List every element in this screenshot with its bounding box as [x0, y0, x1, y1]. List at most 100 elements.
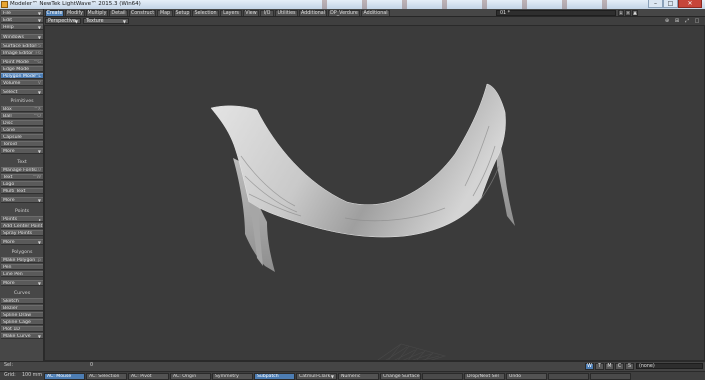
edge-mode-button[interactable]: Edge Mode	[1, 66, 43, 72]
point-mode-button[interactable]: Point Mode ^G	[1, 59, 43, 65]
perspective-viewport[interactable]	[44, 25, 705, 361]
move-view-icon[interactable]: ⊕	[663, 18, 671, 24]
primitives-more-menu[interactable]: More ▼	[1, 148, 43, 154]
tab-dp-verdure[interactable]: DP_Verdure	[328, 10, 360, 16]
status-bar: Grid: 100 mm AC: Mouse AC: Selection AC:…	[0, 371, 705, 380]
image-editor-button[interactable]: Image Editor F6	[1, 50, 43, 56]
tab-additional-2[interactable]: Additional	[361, 10, 390, 16]
ball-button[interactable]: Ball ^O	[1, 113, 43, 119]
polygons-header: Polygons	[11, 250, 33, 255]
maximize-view-icon[interactable]: □	[693, 18, 701, 24]
grid-value: 100 mm	[22, 373, 43, 378]
render-mode-dropdown[interactable]: Texture ▼	[83, 18, 129, 24]
disc-button[interactable]: Disc	[1, 120, 43, 126]
status-button-blank-3[interactable]	[590, 373, 631, 380]
file-menu[interactable]: File ▼	[1, 10, 43, 16]
polygon-mode-button[interactable]: Polygon Mode ^L	[1, 73, 43, 79]
texture-mode-button[interactable]: T	[595, 363, 604, 370]
capsule-button[interactable]: Capsule	[1, 134, 43, 140]
make-polygon-button[interactable]: Make Polygon p	[1, 257, 43, 263]
line-pen-button[interactable]: Line Pen	[1, 271, 43, 277]
tab-map[interactable]: Map	[157, 10, 173, 16]
points-more-menu[interactable]: More ▼	[1, 239, 43, 245]
view-type-dropdown[interactable]: Perspective ▼	[45, 18, 81, 24]
surface-mode-button[interactable]: S	[625, 363, 634, 370]
spray-points-button[interactable]: Spray Points	[1, 230, 43, 236]
pen-button[interactable]: Pen	[1, 264, 43, 270]
subpatch-button[interactable]: Subpatch	[254, 373, 295, 380]
title-bar: Modeler™ NewTek LightWave™ 2015.3 (Win64…	[0, 0, 705, 9]
text-button[interactable]: Text ^W	[1, 174, 43, 180]
text-more-menu[interactable]: More ▼	[1, 197, 43, 203]
ac-pivot-button[interactable]: AC: Pivot	[128, 373, 169, 380]
window-title: Modeler™ NewTek LightWave™ 2015.3 (Win64…	[10, 1, 141, 7]
morph-mode-button[interactable]: M	[605, 363, 614, 370]
tab-additional[interactable]: Additional	[299, 10, 327, 16]
color-mode-button[interactable]: C	[615, 363, 624, 370]
tab-selection[interactable]: Selection	[192, 10, 219, 16]
drop-next-sel-button[interactable]: Drop/Next Sel	[464, 373, 505, 380]
polygons-more-menu[interactable]: More ▼	[1, 280, 43, 286]
surface-editor-button[interactable]: Surface Editor F5	[1, 43, 43, 49]
title-bar-decoration	[300, 0, 630, 9]
spline-cage-button[interactable]: Spline Cage	[1, 319, 43, 325]
sketch-button[interactable]: Sketch	[1, 298, 43, 304]
rotate-view-icon[interactable]: ⊞	[673, 18, 681, 24]
viewport-scene	[210, 83, 515, 360]
ac-origin-button[interactable]: AC: Origin	[170, 373, 211, 380]
status-button-blank-1[interactable]	[422, 373, 463, 380]
sel-count: 0	[90, 363, 94, 368]
volume-button[interactable]: Volume V	[1, 80, 43, 86]
help-menu[interactable]: Help ▼	[1, 24, 43, 30]
minimize-button[interactable]: –	[648, 0, 663, 8]
tab-utilities[interactable]: Utilities	[275, 10, 298, 16]
symmetry-button[interactable]: Symmetry	[212, 373, 253, 380]
multi-text-button[interactable]: Multi Text	[1, 188, 43, 194]
selection-bar: Sel: 0 W T M C S (none)	[0, 361, 705, 371]
surface-field[interactable]: (none)	[636, 363, 703, 369]
left-toolbar: File ▼ Edit ▼ Help ▼ Windows ▼ Surface Edito…	[0, 9, 44, 361]
add-center-point-button[interactable]: Add Center Point	[1, 223, 43, 229]
tab-create[interactable]: Create	[45, 10, 64, 16]
make-curve-menu[interactable]: Make Curve ▼	[1, 333, 43, 339]
subdivision-type-dropdown[interactable]: Catmull-Clark ▼	[296, 373, 337, 380]
layer-dropdown[interactable]: 01 *	[496, 10, 616, 16]
tab-layers[interactable]: Layers	[220, 10, 242, 16]
layer-up-icon[interactable]: ▲	[632, 10, 638, 16]
tab-detail[interactable]: Detail	[109, 10, 128, 16]
close-button[interactable]: ✕	[678, 0, 702, 8]
layer-clear-icon[interactable]: ×	[625, 10, 631, 16]
viewport-header: Perspective ▼ Texture ▼ ⊕ ⊞ ⤢ □	[44, 17, 705, 25]
edit-menu[interactable]: Edit ▼	[1, 17, 43, 23]
windows-menu[interactable]: Windows ▼	[1, 34, 43, 40]
wireframe-mode-button[interactable]: W	[585, 363, 594, 370]
ac-selection-button[interactable]: AC: Selection	[86, 373, 127, 380]
primitives-header: Primitives	[10, 99, 34, 104]
tab-view[interactable]: View	[243, 10, 259, 16]
cone-button[interactable]: Cone	[1, 127, 43, 133]
status-button-blank-2[interactable]	[548, 373, 589, 380]
undo-button[interactable]: Undo	[506, 373, 547, 380]
toroid-button[interactable]: Toroid	[1, 141, 43, 147]
tab-io[interactable]: I/O	[260, 10, 274, 16]
box-button[interactable]: Box ^X	[1, 106, 43, 112]
logo-button[interactable]: Logo	[1, 181, 43, 187]
maximize-button[interactable]: □	[663, 0, 678, 8]
select-menu[interactable]: Select ▼	[1, 89, 43, 95]
spline-draw-button[interactable]: Spline Draw	[1, 312, 43, 318]
curves-header: Curves	[13, 291, 31, 296]
change-surface-button[interactable]: Change Surface	[380, 373, 421, 380]
tab-multiply[interactable]: Multiply	[86, 10, 108, 16]
zoom-view-icon[interactable]: ⤢	[683, 18, 691, 24]
points-button[interactable]: Points ▸	[1, 216, 43, 222]
ac-mouse-button[interactable]: AC: Mouse	[44, 373, 85, 380]
layer-down-icon[interactable]: ↓	[618, 10, 624, 16]
grid-floor	[377, 343, 447, 360]
bezier-button[interactable]: Bezier	[1, 305, 43, 311]
manage-fonts-button[interactable]: Manage Fonts F10	[1, 167, 43, 173]
tab-setup[interactable]: Setup	[174, 10, 191, 16]
tab-construct[interactable]: Construct	[129, 10, 156, 16]
tab-modify[interactable]: Modify	[65, 10, 85, 16]
plot-1d-button[interactable]: Plot 1D	[1, 326, 43, 332]
numeric-button[interactable]: Numeric	[338, 373, 379, 380]
